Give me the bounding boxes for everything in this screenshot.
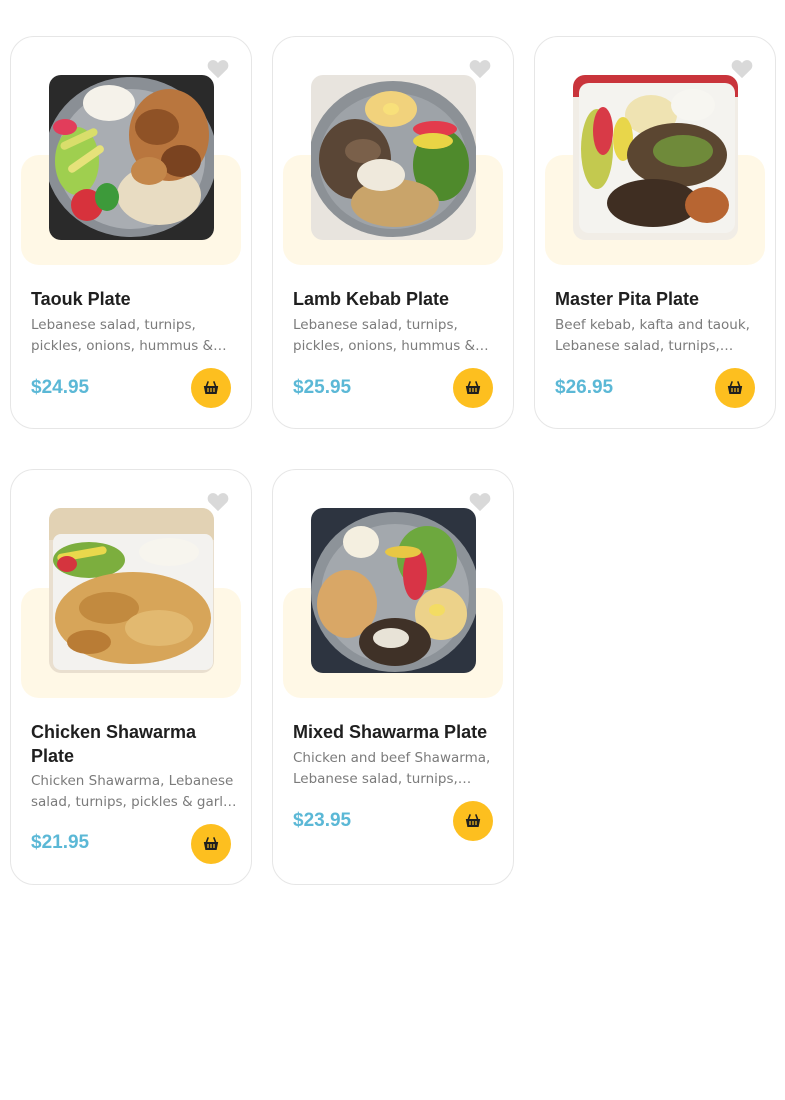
product-card[interactable]: Taouk Plate Lebanese salad, turnips, pic… [10,36,252,429]
product-title[interactable]: Lamb Kebab Plate [293,287,497,311]
favorite-heart-icon[interactable] [469,59,491,79]
product-price: $21.95 [31,832,90,853]
product-card[interactable]: Lamb Kebab Plate Lebanese salad, turnips… [272,36,514,429]
product-image[interactable] [49,75,214,240]
favorite-heart-icon[interactable] [207,59,229,79]
grilled-chicken-plate-image [49,75,214,240]
basket-icon [465,814,481,827]
product-title[interactable]: Chicken Shawarma Plate [31,720,235,768]
basket-icon [727,381,743,394]
basket-icon [203,837,219,850]
product-price: $23.95 [293,810,352,831]
product-image[interactable] [573,75,738,240]
product-title[interactable]: Mixed Shawarma Plate [293,720,497,744]
basket-icon [465,381,481,394]
product-title[interactable]: Master Pita Plate [555,287,759,311]
favorite-heart-icon[interactable] [207,492,229,512]
product-description: Lebanese salad, turnips, pickles, onions… [31,317,214,354]
product-card[interactable]: Chicken Shawarma Plate Chicken Shawarma,… [10,469,252,885]
mixed-shawarma-plate-image [311,508,476,673]
chicken-shawarma-plate-image [49,508,214,673]
product-image[interactable] [311,508,476,673]
product-description: Beef kebab, kafta and taouk, Lebanese sa… [555,317,750,354]
lamb-kebab-plate-image [311,75,476,240]
add-to-cart-button[interactable] [191,368,231,408]
product-card[interactable]: Mixed Shawarma Plate Chicken and beef Sh… [272,469,514,885]
product-image[interactable] [49,508,214,673]
basket-icon [203,381,219,394]
product-description: Chicken and beef Shawarma, Lebanese sala… [293,750,491,787]
product-price: $26.95 [555,377,614,398]
product-description: Lebanese salad, turnips, pickles, onions… [293,317,476,354]
add-to-cart-button[interactable] [715,368,755,408]
add-to-cart-button[interactable] [453,368,493,408]
product-price: $24.95 [31,377,90,398]
product-description: Chicken Shawarma, Lebanese salad, turnip… [31,773,235,810]
product-card[interactable]: Master Pita Plate Beef kebab, kafta and … [534,36,776,429]
favorite-heart-icon[interactable] [469,492,491,512]
add-to-cart-button[interactable] [453,801,493,841]
product-image[interactable] [311,75,476,240]
product-title[interactable]: Taouk Plate [31,287,235,311]
product-price: $25.95 [293,377,352,398]
mixed-grill-plate-image [573,75,738,240]
favorite-heart-icon[interactable] [731,59,753,79]
add-to-cart-button[interactable] [191,824,231,864]
